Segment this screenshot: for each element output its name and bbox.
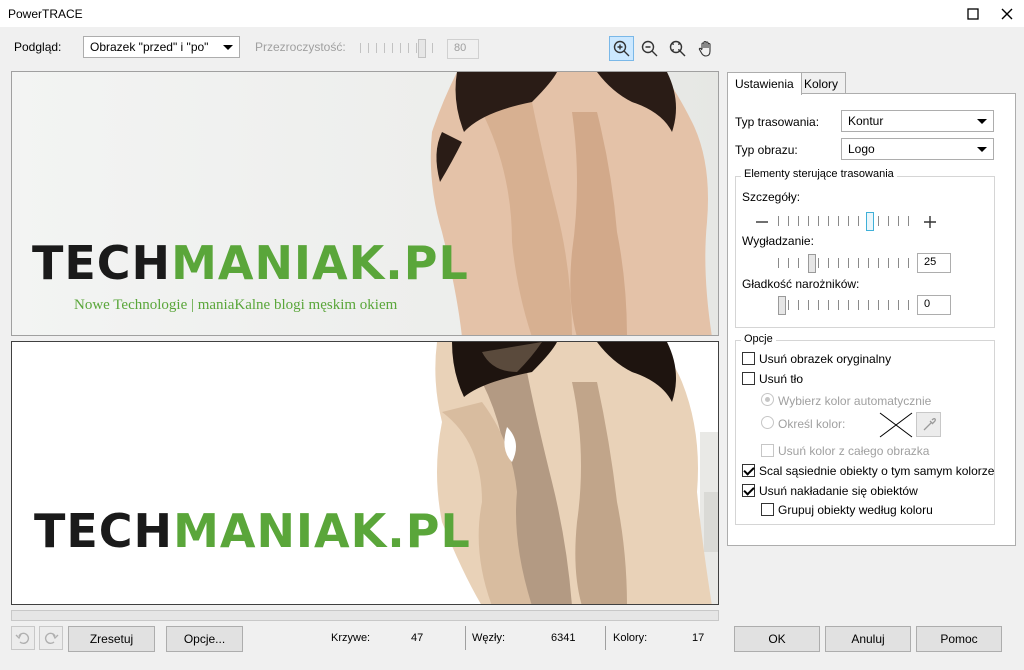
zoom-in-icon [613,40,629,56]
curves-value: 47 [411,632,424,644]
eyedropper-button[interactable] [916,412,941,437]
chevron-down-icon [223,45,233,50]
remove-whole-color-checkbox[interactable] [761,444,774,457]
brand-maniak-text: MANIAK.PL [171,236,469,290]
ok-button[interactable]: OK [734,626,820,652]
merge-objects-label[interactable]: Scal sąsiednie obiekty o tym samym kolor… [759,464,994,478]
merge-objects-checkbox[interactable] [742,464,755,477]
chevron-down-icon [977,119,987,124]
eyedropper-icon [923,417,936,430]
title-bar: PowerTRACE [0,0,1024,27]
remove-original-checkbox[interactable] [742,352,755,365]
preview-before[interactable]: TECHMANIAK.PL Nowe Technologie | maniaKa… [11,71,719,336]
brand-tagline: Nowe Technologie | maniaKalne blogi męsk… [74,297,398,313]
tab-settings[interactable]: Ustawienia [727,72,802,95]
help-button[interactable]: Pomoc [916,626,1002,652]
remove-background-checkbox[interactable] [742,372,755,385]
smoothing-value[interactable]: 25 [917,253,951,273]
redo-icon [44,632,59,645]
divider [465,626,466,650]
brand-tech-text: TECH [32,236,172,290]
cancel-button[interactable]: Anuluj [825,626,911,652]
brand-logo-before: TECHMANIAK.PL [32,236,469,290]
corner-value[interactable]: 0 [917,295,951,315]
remove-background-label[interactable]: Usuń tło [759,372,803,386]
zoom-fit-icon [669,40,685,56]
options-button[interactable]: Opcje... [166,626,243,652]
auto-color-radio[interactable] [761,393,774,406]
settings-panel: Typ trasowania: Kontur Typ obrazu: Logo … [727,93,1016,546]
close-icon [1001,8,1013,19]
trace-type-value: Kontur [848,114,884,128]
undo-icon [15,632,30,645]
curves-label: Krzywe: [331,632,371,644]
detail-slider-thumb[interactable] [866,212,874,231]
preview-label: Podgląd: [14,40,62,54]
chevron-down-icon [977,147,987,152]
hand-icon [698,40,711,57]
options-title: Opcje [741,333,776,345]
corner-slider-thumb[interactable] [778,296,786,315]
colors-label: Kolory: [613,632,648,644]
trace-type-select[interactable]: Kontur [841,110,994,132]
trace-type-label: Typ trasowania: [735,115,820,129]
zoom-out-button[interactable] [637,36,662,61]
transparency-value[interactable]: 80 [447,39,479,59]
zoom-fit-button[interactable] [665,36,690,61]
nodes-value: 6341 [551,632,576,644]
redo-button[interactable] [39,626,63,650]
remove-whole-color-label: Usuń kolor z całego obrazka [778,444,930,458]
pan-button[interactable] [693,36,718,61]
tab-colors[interactable]: Kolory [796,72,847,94]
preview-after[interactable]: TECHMANIAK.PL [11,341,719,605]
zoom-in-button[interactable] [609,36,634,61]
transparency-label: Przezroczystość: [255,40,346,54]
traced-result [435,342,718,604]
colors-value: 17 [692,632,705,644]
corner-slider[interactable] [778,296,912,315]
window-title: PowerTRACE [8,7,83,21]
transparency-slider[interactable] [360,39,440,58]
group-by-color-label[interactable]: Grupuj obiekty według koloru [778,503,933,517]
group-by-color-checkbox[interactable] [761,503,774,516]
zoom-out-icon [641,40,657,56]
brand-maniak-text: MANIAK.PL [173,504,471,558]
specify-color-radio[interactable] [761,416,774,429]
nodes-label: Węzły: [472,632,505,644]
divider [605,626,606,650]
smoothing-label: Wygładzanie: [742,234,814,248]
no-color-swatch[interactable] [879,412,913,438]
horizontal-scrollbar[interactable] [11,610,719,621]
reset-button[interactable]: Zresetuj [68,626,155,652]
trace-controls-title: Elementy sterujące trasowania [741,168,897,180]
corner-label: Gładkość narożników: [742,277,860,291]
image-type-select[interactable]: Logo [841,138,994,160]
brand-logo-after: TECHMANIAK.PL [34,504,471,558]
brand-tech-text: TECH [34,504,174,558]
undo-button[interactable] [11,626,35,650]
detail-slider[interactable] [778,212,912,231]
remove-overlap-checkbox[interactable] [742,484,755,497]
plus-icon[interactable] [924,216,936,228]
specify-color-label: Określ kolor: [778,417,846,431]
detail-label: Szczegóły: [742,190,801,204]
image-type-label: Typ obrazu: [735,143,798,157]
transparency-slider-thumb[interactable] [418,39,426,58]
smoothing-slider[interactable] [778,254,912,273]
preview-mode-value: Obrazek "przed" i "po" [90,40,209,54]
preview-mode-select[interactable]: Obrazek "przed" i "po" [83,36,240,58]
minus-icon[interactable] [756,216,768,228]
image-type-value: Logo [848,142,875,156]
maximize-button[interactable] [956,0,990,27]
close-button[interactable] [990,0,1024,27]
remove-overlap-label[interactable]: Usuń nakładanie się obiektów [759,484,918,498]
auto-color-label: Wybierz kolor automatycznie [778,394,932,408]
remove-original-label[interactable]: Usuń obrazek oryginalny [759,352,891,366]
smoothing-slider-thumb[interactable] [808,254,816,273]
maximize-icon [967,7,979,20]
